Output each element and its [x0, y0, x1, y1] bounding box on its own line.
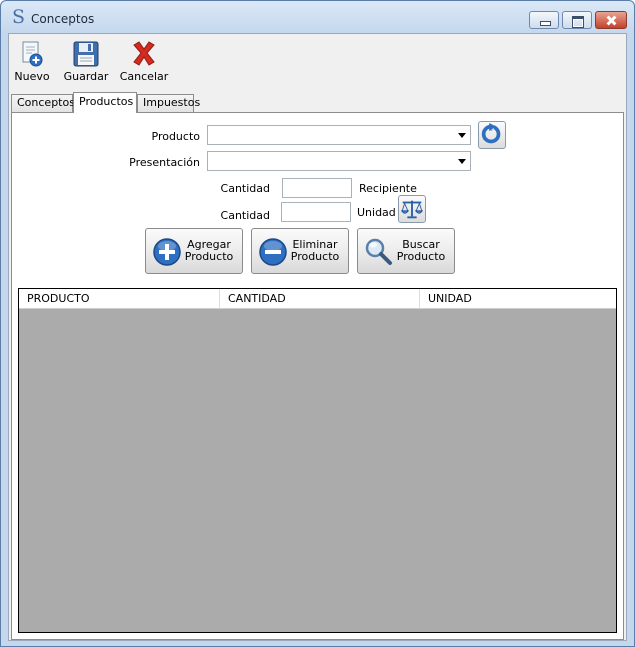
nuevo-button[interactable]: Nuevo: [14, 36, 50, 88]
cancelar-label: Cancelar: [119, 70, 169, 83]
recipiente-label: Recipiente: [359, 182, 417, 195]
title-bar[interactable]: S Conceptos: [1, 1, 634, 33]
grid-header: PRODUCTO CANTIDAD UNIDAD: [19, 289, 616, 309]
guardar-label: Guardar: [63, 70, 109, 83]
column-header-producto[interactable]: PRODUCTO: [19, 289, 220, 309]
productos-grid[interactable]: PRODUCTO CANTIDAD UNIDAD: [18, 288, 617, 633]
guardar-button[interactable]: Guardar: [63, 36, 109, 88]
agregar-line2: Producto: [184, 250, 234, 263]
unidad-label: Unidad: [357, 206, 396, 219]
column-header-cantidad[interactable]: CANTIDAD: [220, 289, 420, 309]
tab-productos[interactable]: Productos: [73, 92, 137, 113]
window-title: Conceptos: [31, 12, 95, 26]
refresh-icon: [481, 122, 501, 144]
agregar-producto-button[interactable]: Agregar Producto: [145, 228, 243, 274]
balance-scale-icon: [400, 200, 424, 219]
toolbar: Nuevo Guardar Cancelar: [9, 34, 626, 92]
cantidad-unidad-input[interactable]: [281, 202, 351, 222]
floppy-disk-icon: [73, 41, 99, 67]
close-button[interactable]: [595, 11, 627, 29]
app-s-icon: S: [12, 6, 26, 28]
window: S Conceptos Nuevo Guardar Cancelar Conce…: [0, 0, 635, 647]
cantidad-unidad-label: Cantidad: [220, 209, 270, 222]
producto-label: Producto: [151, 130, 201, 143]
buscar-line2: Producto: [396, 250, 446, 263]
tab-impuestos[interactable]: Impuestos: [137, 94, 200, 112]
eliminar-producto-button[interactable]: Eliminar Producto: [251, 228, 349, 274]
eliminar-line2: Producto: [290, 250, 340, 263]
tab-conceptos[interactable]: Conceptos: [11, 94, 75, 112]
cantidad-recipiente-label: Cantidad: [220, 182, 270, 195]
cantidad-recipiente-input[interactable]: [282, 178, 352, 198]
new-document-icon: [22, 41, 43, 67]
client-area: Nuevo Guardar Cancelar Conceptos Product…: [8, 33, 627, 641]
presentacion-combo[interactable]: [207, 151, 471, 171]
chevron-down-icon: [458, 159, 466, 164]
buscar-producto-button[interactable]: Buscar Producto: [357, 228, 455, 274]
column-header-unidad[interactable]: UNIDAD: [420, 289, 616, 309]
nuevo-label: Nuevo: [14, 70, 50, 83]
red-x-icon: [133, 41, 155, 66]
presentacion-label: Presentación: [129, 156, 200, 169]
chevron-down-icon: [458, 133, 466, 138]
unit-scale-button[interactable]: [398, 195, 426, 223]
producto-combo[interactable]: [207, 125, 471, 145]
productos-panel: Producto Presentación Cantidad Recipient…: [11, 112, 624, 640]
maximize-button[interactable]: [562, 11, 592, 29]
refresh-button[interactable]: [478, 121, 506, 149]
minimize-button[interactable]: [529, 11, 559, 29]
cancelar-button[interactable]: Cancelar: [119, 36, 169, 88]
